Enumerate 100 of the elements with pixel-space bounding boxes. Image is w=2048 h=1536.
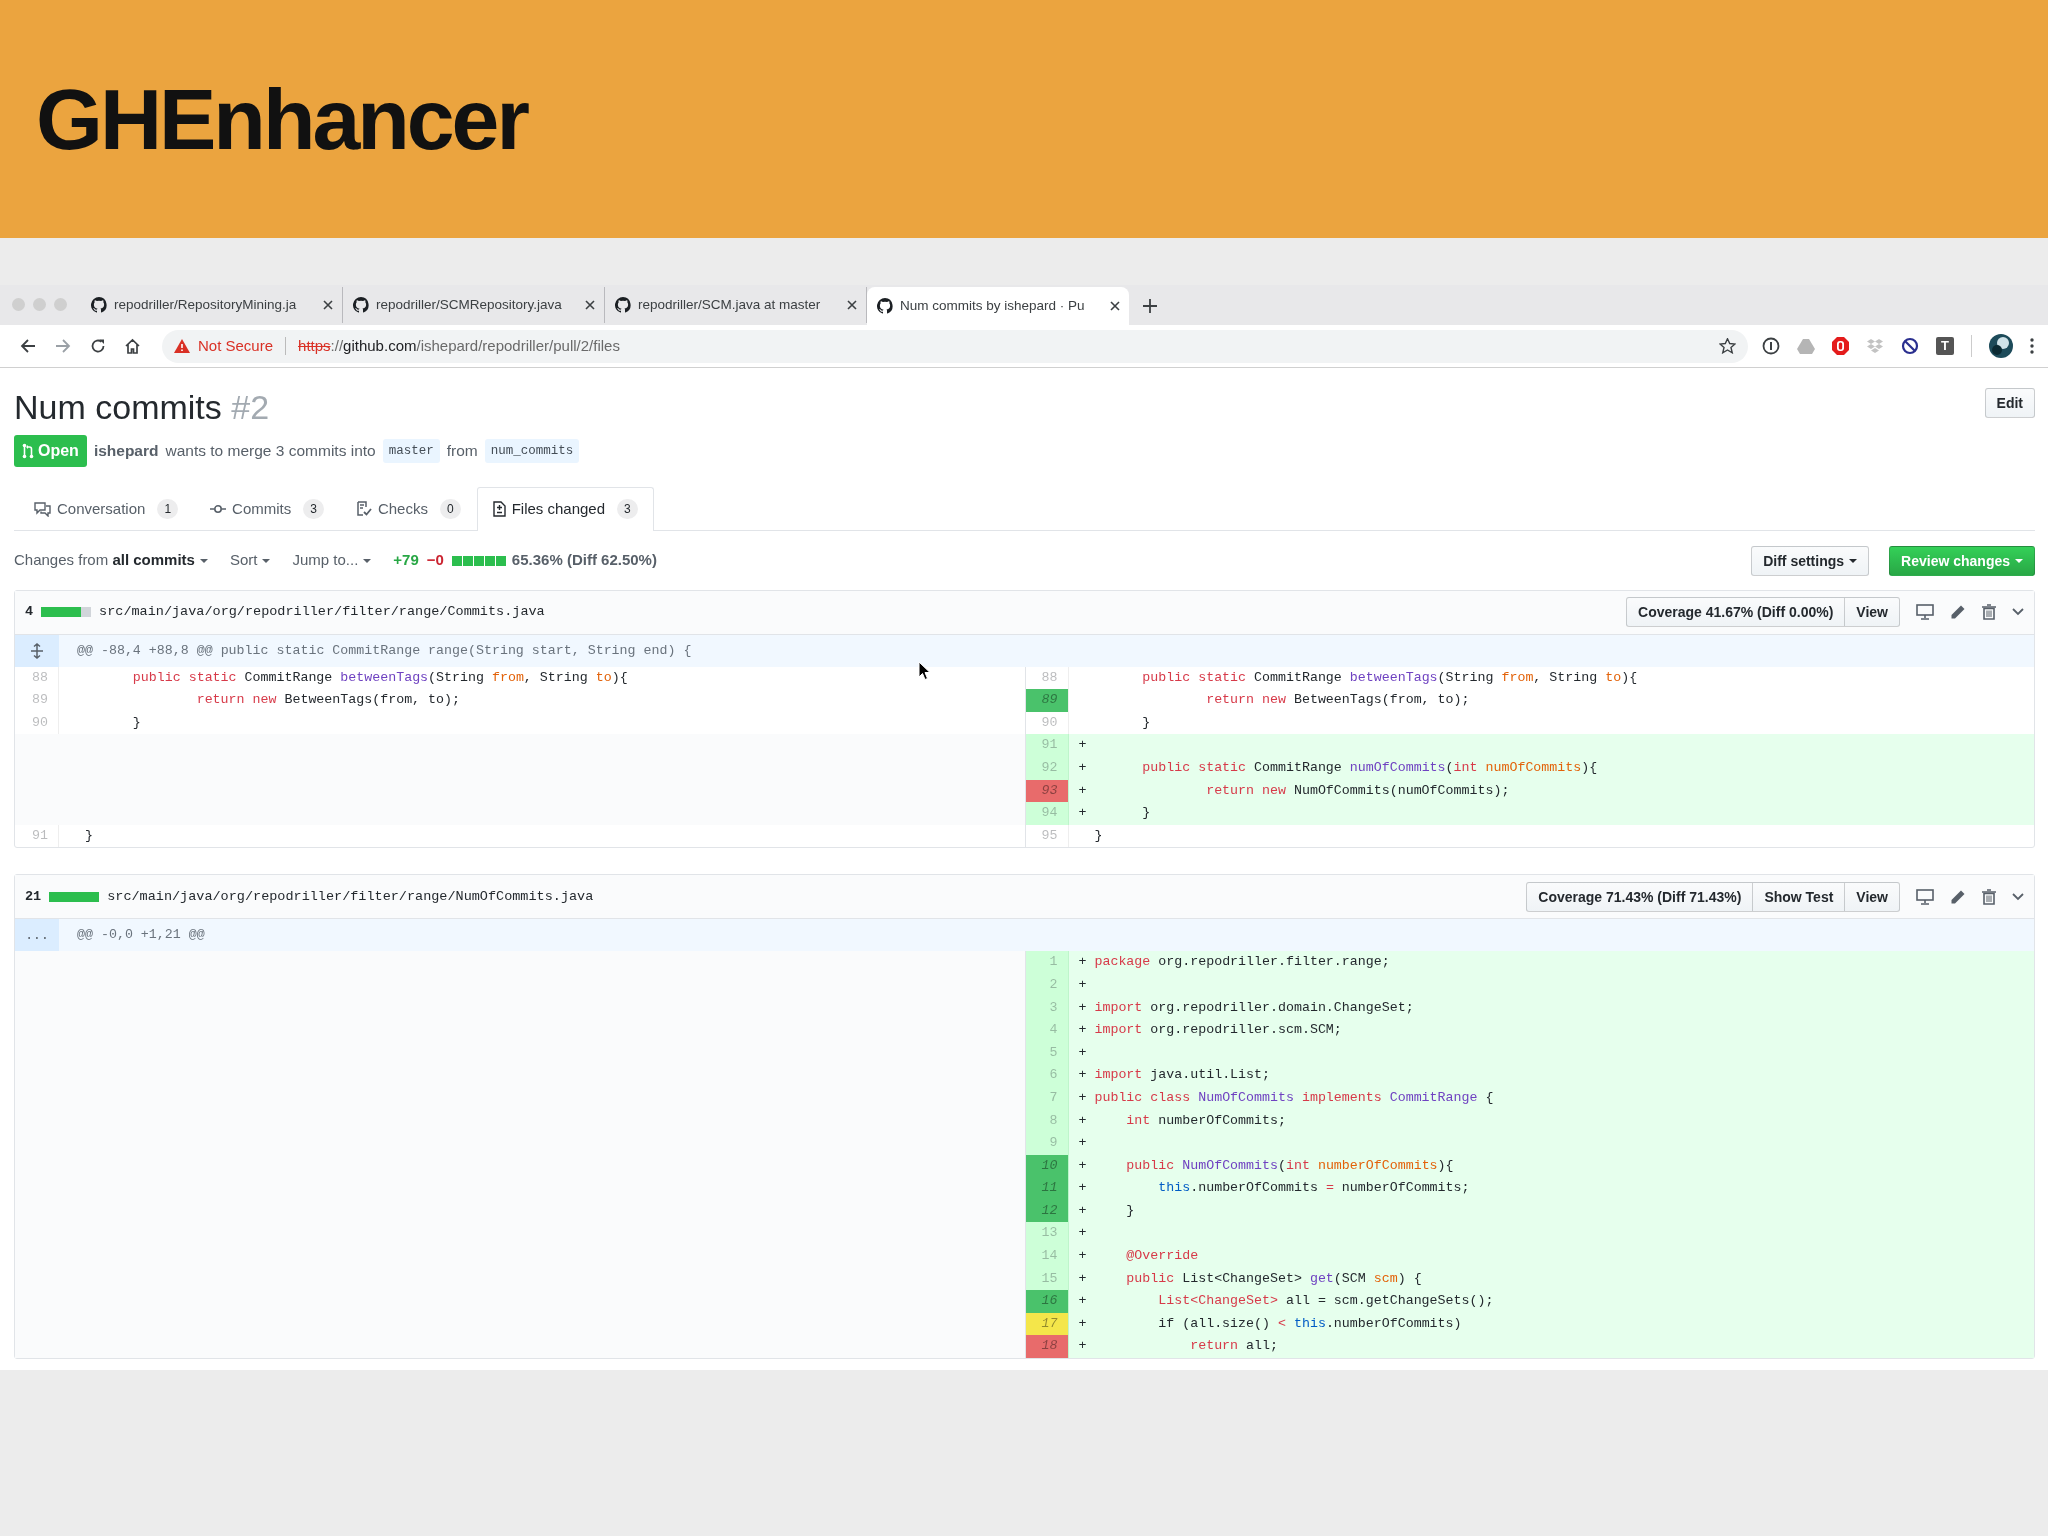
extension-button[interactable]: T: [1936, 337, 1954, 355]
diff-sign: +: [1078, 1134, 1088, 1153]
cat-icon: [615, 297, 631, 313]
close-icon[interactable]: [323, 300, 333, 310]
page-tab[interactable]: Files changed 3: [476, 487, 654, 531]
line-number: 89: [1024, 689, 1069, 712]
trash-icon[interactable]: [1982, 888, 1996, 905]
line-number: 11: [1024, 1177, 1069, 1200]
close-icon[interactable]: [1110, 301, 1120, 311]
changes-dropdown[interactable]: Changes from all commits: [14, 549, 208, 572]
page-tab[interactable]: Commits 3: [194, 487, 340, 531]
diff-sign: +: [1078, 1314, 1088, 1333]
line-number: 88: [15, 666, 59, 690]
diff-sign: +: [1078, 1292, 1088, 1311]
code-line: }: [1141, 804, 1151, 823]
page-tab[interactable]: Conversation 1: [18, 487, 195, 531]
file-action-button[interactable]: Coverage 41.67% (Diff 0.00%): [1626, 597, 1846, 628]
tab-counter: 1: [157, 499, 179, 520]
code-line: }: [131, 713, 141, 732]
browser-tab[interactable]: Num commits by ishepard · Pu: [867, 287, 1129, 325]
page-tab[interactable]: Checks 0: [339, 487, 477, 531]
browser-tab[interactable]: repodriller/RepositoryMining.ja: [81, 287, 343, 323]
jump-dropdown[interactable]: Jump to...: [292, 549, 372, 572]
file-path[interactable]: src/main/java/org/repodriller/filter/range/NumOfCommits.java: [107, 886, 594, 907]
info-icon[interactable]: [1762, 337, 1780, 355]
diff-sign: +: [1078, 953, 1088, 972]
code-line: this.numberOfCommits = numberOfCommits;: [1157, 1179, 1470, 1198]
menu-icon[interactable]: [2030, 338, 2034, 354]
hunk-text: @@ -88,4 +88,8 @@ public static CommitRange range(String start, String end) {: [76, 641, 692, 660]
code-line: public NumOfCommits(int numberOfCommits){: [1125, 1156, 1454, 1175]
caret-icon: [363, 558, 372, 563]
stop-sign-icon[interactable]: [1832, 337, 1849, 355]
star-icon[interactable]: [1719, 338, 1736, 354]
cat-icon: [91, 297, 107, 313]
line-number: 91: [1024, 734, 1069, 757]
line-number: 9: [1024, 1132, 1069, 1155]
line-number: 6: [1024, 1064, 1069, 1087]
code-line: return new BetweenTags(from, to);: [195, 691, 460, 710]
diff-sign: +: [1078, 1269, 1088, 1288]
slide-title: GHEnhancer: [36, 76, 527, 162]
code-line: }: [1094, 826, 1103, 845]
diff-sign: +: [1078, 736, 1088, 755]
tab-counter: 3: [617, 499, 638, 520]
url-text[interactable]: https://github.com/ishepard/repodriller/pull/2/files: [298, 334, 620, 358]
forward-arrow-icon[interactable]: [54, 338, 71, 354]
monitor-icon[interactable]: [1916, 604, 1934, 621]
sort-dropdown[interactable]: Sort: [229, 549, 271, 572]
diff-sign: +: [1078, 1021, 1088, 1040]
close-icon[interactable]: [585, 300, 595, 310]
code-line: return all;: [1189, 1337, 1278, 1356]
code-line: int numberOfCommits;: [1125, 1111, 1286, 1130]
browser-tab[interactable]: repodriller/SCMRepository.java: [343, 287, 605, 323]
caret-icon: [199, 558, 208, 563]
avatar-icon[interactable]: [1989, 334, 2013, 358]
branch-name[interactable]: master: [382, 438, 440, 464]
chevron-down-icon[interactable]: [2012, 608, 2024, 617]
caret-icon: [2015, 558, 2023, 563]
code-line: import java.util.List;: [1094, 1066, 1270, 1085]
pencil-icon[interactable]: [1950, 888, 1966, 905]
file-action-button[interactable]: Show Test: [1752, 881, 1846, 912]
close-icon[interactable]: [847, 300, 857, 310]
reload-icon[interactable]: [89, 338, 106, 354]
blocked-icon[interactable]: [1901, 337, 1919, 355]
author-link[interactable]: ishepard: [93, 439, 159, 463]
file-action-button[interactable]: View: [1844, 881, 1900, 912]
commit-icon: [210, 504, 227, 515]
code-line: import org.repodriller.domain.ChangeSet;: [1094, 998, 1414, 1017]
line-number: 1: [1024, 951, 1069, 974]
caret-icon: [262, 558, 271, 563]
diff-sign: +: [1078, 1156, 1088, 1175]
additions-count: +79: [393, 550, 419, 571]
expand-button[interactable]: ...: [15, 919, 59, 952]
deletions-count: −0: [426, 550, 444, 571]
file-action-button[interactable]: View: [1844, 597, 1900, 628]
address-bar[interactable]: Not Secure https://github.com/ishepard/repodriller/pull/2/files: [162, 329, 1748, 363]
diff-sign: +: [1078, 1337, 1088, 1356]
coverage-text: 65.36% (Diff 62.50%): [511, 550, 657, 571]
back-arrow-icon[interactable]: [19, 338, 36, 354]
branch-name[interactable]: num_commits: [484, 438, 580, 464]
expand-icon: [30, 642, 44, 659]
diff-sign: +: [1078, 804, 1088, 823]
line-number: 14: [1024, 1245, 1069, 1268]
expand-button[interactable]: [15, 634, 59, 667]
chevron-down-icon[interactable]: [2012, 892, 2024, 901]
pencil-icon[interactable]: [1950, 604, 1966, 621]
from-label: from: [446, 441, 478, 462]
file-action-button[interactable]: Coverage 71.43% (Diff 71.43%): [1526, 881, 1754, 912]
diff-settings-button[interactable]: Diff settings: [1751, 545, 1870, 576]
diff-sign: +: [1078, 1201, 1088, 1220]
new-tab-icon[interactable]: [1143, 299, 1157, 313]
speech-bubble-icon: [34, 501, 51, 517]
monitor-icon[interactable]: [1916, 888, 1934, 905]
diff-sign: +: [1078, 1111, 1088, 1130]
home-icon[interactable]: [124, 338, 141, 354]
code-line: }: [1125, 1201, 1135, 1220]
edit-button[interactable]: Edit: [1984, 388, 2035, 418]
trash-icon[interactable]: [1982, 604, 1996, 621]
tab-counter: 0: [439, 499, 461, 520]
diff-sign: +: [1078, 1066, 1088, 1085]
file-path[interactable]: src/main/java/org/repodriller/filter/range/Commits.java: [99, 601, 545, 623]
